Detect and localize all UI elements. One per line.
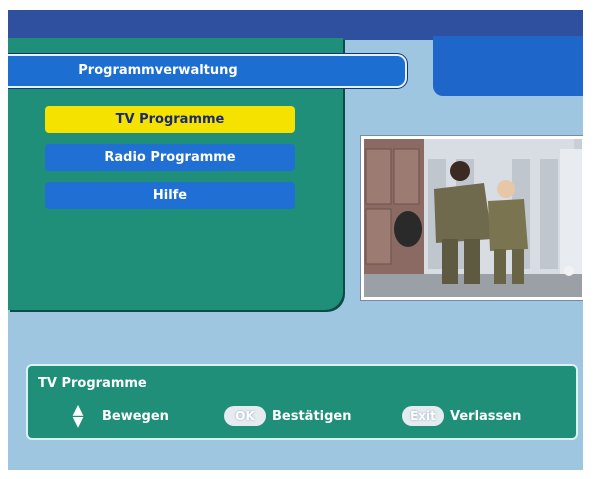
ok-key-icon: OK <box>224 406 266 426</box>
video-preview <box>361 136 583 300</box>
up-down-arrows-icon: ▲ ▼ <box>72 402 84 430</box>
hint-move-label: Bewegen <box>102 408 169 424</box>
hint-confirm-label: Bestätigen <box>272 408 352 424</box>
menu-title: Programmverwaltung <box>78 63 238 78</box>
info-title: TV Programme <box>38 376 147 391</box>
info-panel: TV Programme ▲ ▼ Bewegen OK Bestätigen Ex… <box>26 364 578 440</box>
menu-header: Programmverwaltung <box>8 54 407 88</box>
preview-picture <box>364 139 582 297</box>
hint-exit-label: Verlassen <box>450 408 522 424</box>
menu-item-hilfe[interactable]: Hilfe <box>45 182 295 209</box>
top-right-tab <box>433 36 583 96</box>
menu-item-tv-programme[interactable]: TV Programme <box>45 106 295 133</box>
hint-move: ▲ ▼ Bewegen <box>72 402 169 430</box>
exit-key-icon: Exit <box>402 406 444 426</box>
hint-exit: Exit Verlassen <box>402 404 521 428</box>
tv-screen: Programmverwaltung TV Programme Radio Pr… <box>8 10 583 470</box>
hint-confirm: OK Bestätigen <box>224 404 352 428</box>
menu-item-radio-programme[interactable]: Radio Programme <box>45 144 295 171</box>
